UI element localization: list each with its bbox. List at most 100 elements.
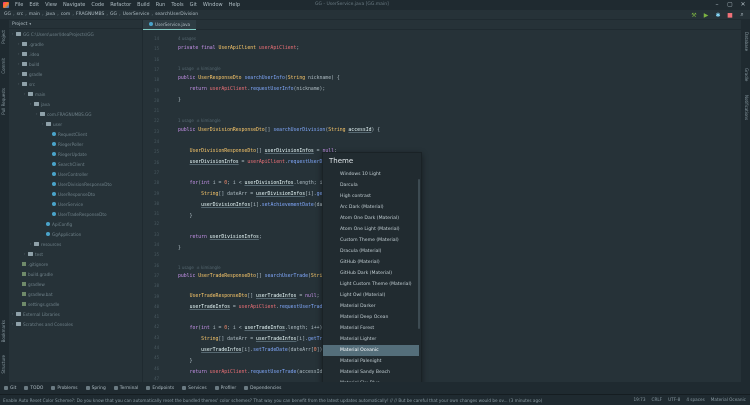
menu-view[interactable]: View xyxy=(42,2,60,8)
breadcrumb-item[interactable]: GG xyxy=(3,12,12,17)
breadcrumb-item[interactable]: GG xyxy=(109,12,118,17)
project-tool-tab[interactable]: Project xyxy=(1,30,6,44)
tree-item[interactable]: › user xyxy=(9,119,142,129)
tree-item[interactable]: .gitignore xyxy=(9,259,142,269)
theme-option[interactable]: GitHub Dark (Material) xyxy=(323,268,419,279)
run-icon[interactable]: ▶ xyxy=(702,11,710,19)
theme-option[interactable]: Dracula (Material) xyxy=(323,246,419,257)
popup-scrollbar[interactable] xyxy=(418,179,420,329)
theme-option[interactable]: High contrast xyxy=(323,191,419,202)
tree-item[interactable]: SearchClient xyxy=(9,159,142,169)
menu-code[interactable]: Code xyxy=(88,2,107,8)
tree-item[interactable]: UserTradeResponseDto xyxy=(9,209,142,219)
tree-item[interactable]: UserService xyxy=(9,199,142,209)
menu-tools[interactable]: Tools xyxy=(168,2,186,8)
tree-item[interactable]: ApiConfig xyxy=(9,219,142,229)
theme-option[interactable]: Material Forest xyxy=(323,323,419,334)
tool-window-endpoints[interactable]: Endpoints xyxy=(146,386,174,391)
tree-item[interactable]: › main xyxy=(9,89,142,99)
tree-item[interactable]: GgApplication xyxy=(9,229,142,239)
tree-item[interactable]: RiegerUpdate xyxy=(9,149,142,159)
tree-item[interactable]: › test xyxy=(9,249,142,259)
theme-option[interactable]: Darcula xyxy=(323,180,419,191)
tree-item[interactable]: UserResponseDto xyxy=(9,189,142,199)
caret-position[interactable]: 19:73 xyxy=(633,397,645,402)
tool-window-spring[interactable]: Spring xyxy=(85,386,106,391)
menu-refactor[interactable]: Refactor xyxy=(107,2,134,8)
tree-item[interactable]: › .idea xyxy=(9,49,142,59)
project-panel-header[interactable]: Project ▾ xyxy=(9,20,142,29)
theme-option[interactable]: Custom Theme (Material) xyxy=(323,235,419,246)
tree-item[interactable]: build.gradle xyxy=(9,269,142,279)
tool-window-problems[interactable]: Problems xyxy=(51,386,78,391)
tree-item[interactable]: › com.FRAGNUMBS.GG xyxy=(9,109,142,119)
line-separator[interactable]: CRLF xyxy=(652,397,663,402)
menu-file[interactable]: File xyxy=(12,2,26,8)
commit-tool-tab[interactable]: Commit xyxy=(1,58,6,74)
maximize-icon[interactable]: ▢ xyxy=(725,1,735,9)
tool-window-profiler[interactable]: Profiler xyxy=(214,386,236,391)
minimize-icon[interactable]: – xyxy=(712,1,722,9)
tree-item[interactable]: settings.gradle xyxy=(9,299,142,309)
tool-window-dependencies[interactable]: Dependencies xyxy=(244,386,281,391)
menu-help[interactable]: Help xyxy=(226,2,243,8)
breadcrumb-item[interactable]: main xyxy=(28,12,41,17)
theme-option[interactable]: Light Custom Theme (Material) xyxy=(323,279,419,290)
search-icon[interactable]: ⌕ xyxy=(738,11,746,19)
tree-item[interactable]: UserDivisionResponseDto xyxy=(9,179,142,189)
tree-item[interactable]: RiegerPoller xyxy=(9,139,142,149)
menu-git[interactable]: Git xyxy=(187,2,200,8)
stop-icon[interactable]: ■ xyxy=(726,11,734,19)
breadcrumb-item[interactable]: searchUserDivision xyxy=(154,12,199,17)
tool-window-services[interactable]: Services xyxy=(182,386,207,391)
tree-item[interactable]: › resources xyxy=(9,239,142,249)
hammer-icon[interactable]: ⚒ xyxy=(690,11,698,19)
theme-option[interactable]: Material Oceanic xyxy=(323,345,419,356)
breadcrumb-item[interactable]: FRAGNUMBS xyxy=(75,12,105,17)
chevron-down-icon[interactable]: ▾ xyxy=(29,22,31,26)
tree-item[interactable]: › Scratches and Consoles xyxy=(9,319,142,329)
close-icon[interactable]: ✕ xyxy=(738,1,748,9)
theme-option[interactable]: GitHub (Material) xyxy=(323,257,419,268)
theme-option[interactable]: Material Lighter xyxy=(323,334,419,345)
menu-window[interactable]: Window xyxy=(200,2,226,8)
tool-window-git[interactable]: Git xyxy=(4,386,16,391)
theme-option[interactable]: Arc Dark (Material) xyxy=(323,202,419,213)
tree-item[interactable]: › build xyxy=(9,59,142,69)
notifications-tool-tab[interactable]: Notifications xyxy=(744,95,749,120)
bookmarks-tool-tab[interactable]: Bookmarks xyxy=(1,320,6,342)
pull-requests-tool-tab[interactable]: Pull Requests xyxy=(1,88,6,115)
breadcrumb-item[interactable]: java xyxy=(45,12,56,17)
menu-edit[interactable]: Edit xyxy=(26,2,42,8)
tree-item[interactable]: › java xyxy=(9,99,142,109)
tree-item[interactable]: › gradle xyxy=(9,69,142,79)
file-encoding[interactable]: UTF-8 xyxy=(668,397,680,402)
tree-item[interactable]: › src xyxy=(9,79,142,89)
tree-item[interactable]: › GG C:\Users\user\IdeaProjects\GG xyxy=(9,29,142,39)
menu-run[interactable]: Run xyxy=(153,2,169,8)
tool-window-todo[interactable]: TODO xyxy=(24,386,43,391)
indent-setting[interactable]: 4 spaces xyxy=(686,397,704,402)
tree-item[interactable]: gradlew.bat xyxy=(9,289,142,299)
theme-option[interactable]: Windows 10 Light xyxy=(323,169,419,180)
theme-option[interactable]: Material Sandy Beach xyxy=(323,367,419,378)
tool-window-terminal[interactable]: Terminal xyxy=(113,386,138,391)
tree-item[interactable]: › External Libraries xyxy=(9,309,142,319)
database-tool-tab[interactable]: Database xyxy=(744,32,749,51)
editor-tab-userservice[interactable]: UserService.java xyxy=(143,20,197,30)
tree-item[interactable]: UserController xyxy=(9,169,142,179)
tree-item[interactable]: › .gradle xyxy=(9,39,142,49)
status-message[interactable]: Enable Auto Reset Color Scheme?: Do you … xyxy=(3,398,543,403)
theme-option[interactable]: Material Deep Ocean xyxy=(323,312,419,323)
theme-option[interactable]: Atom One Dark (Material) xyxy=(323,213,419,224)
gradle-tool-tab[interactable]: Gradle xyxy=(744,68,749,81)
theme-option[interactable]: Light Owl (Material) xyxy=(323,290,419,301)
theme-option[interactable]: Material Darker xyxy=(323,301,419,312)
code-area[interactable]: 4 usages private final UserApiClient use… xyxy=(178,30,738,382)
breadcrumb-item[interactable]: src xyxy=(16,12,25,17)
theme-option[interactable]: Atom One Light (Material) xyxy=(323,224,419,235)
menu-build[interactable]: Build xyxy=(134,2,153,8)
theme-option[interactable]: Material Palenight xyxy=(323,356,419,367)
breadcrumb-item[interactable]: UserService xyxy=(122,12,151,17)
menu-navigate[interactable]: Navigate xyxy=(60,2,88,8)
